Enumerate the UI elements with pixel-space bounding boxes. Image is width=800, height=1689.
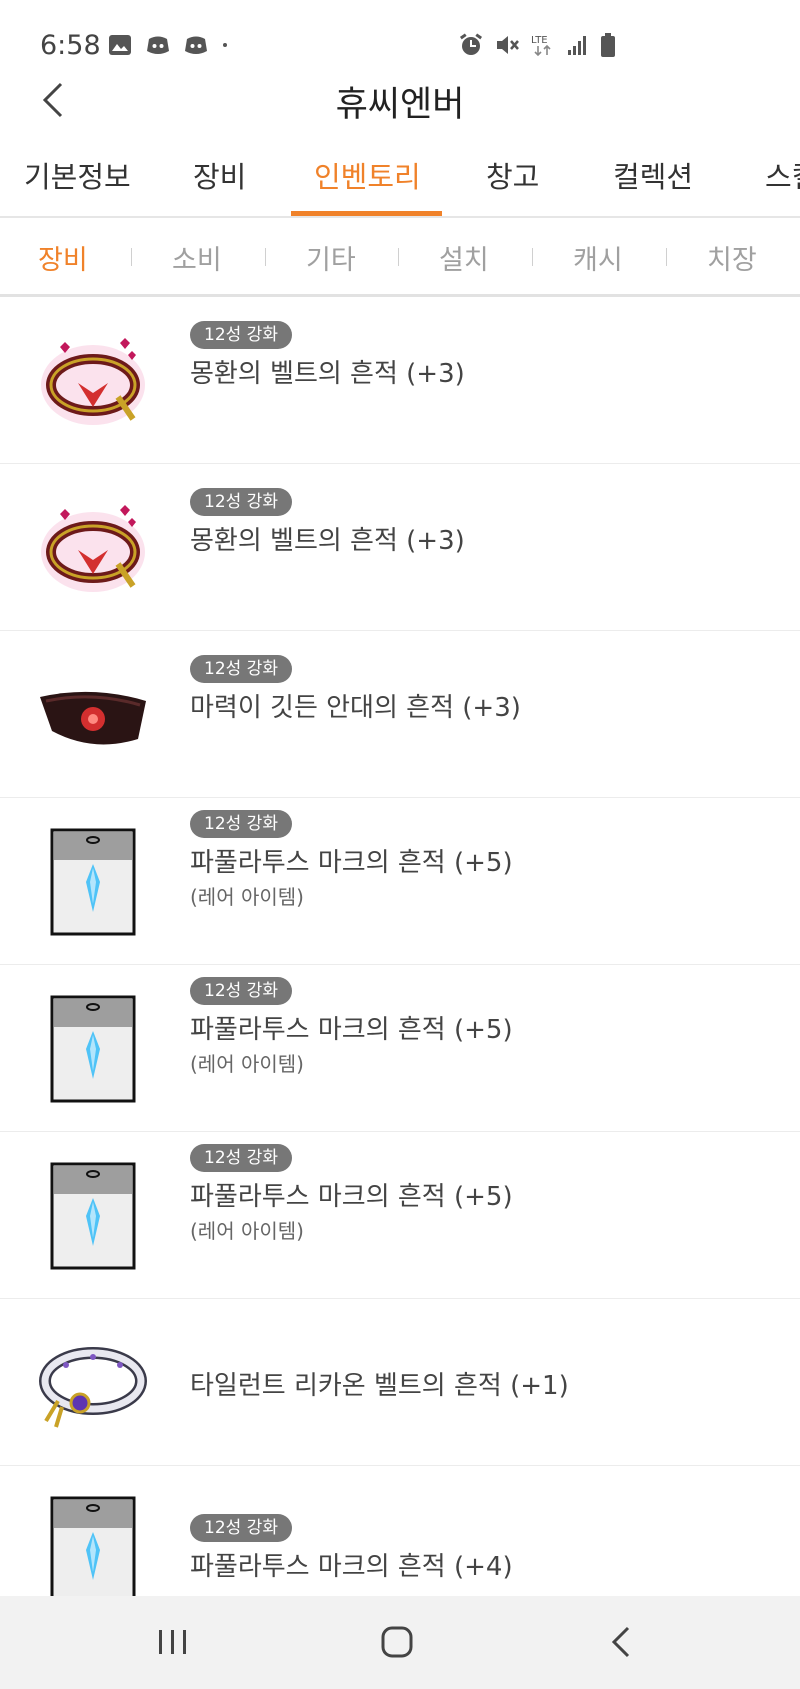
subtab-cash[interactable]: 캐시 <box>573 238 623 277</box>
item-name: 몽환의 벨트의 흔적 (+3) <box>190 359 465 389</box>
item-name: 파풀라투스 마크의 흔적 (+5) <box>190 1015 513 1045</box>
lte-icon: LTE <box>531 35 551 57</box>
system-back-button[interactable] <box>591 1618 651 1666</box>
dreamy-belt-icon <box>41 338 145 425</box>
list-item[interactable]: 12성 강화 몽환의 벨트의 흔적 (+3) <box>0 464 800 631</box>
back-icon <box>611 1626 630 1658</box>
item-text: 12성 강화 몽환의 벨트의 흔적 (+3) <box>190 488 465 557</box>
home-icon <box>381 1626 413 1658</box>
list-item[interactable]: 타일런트 리카온 벨트의 흔적 (+1) <box>0 1299 800 1466</box>
tab-skill[interactable]: 스킬 <box>765 154 800 196</box>
tab-equipment[interactable]: 장비 <box>193 154 246 196</box>
alarm-icon <box>459 33 483 55</box>
mute-icon <box>497 36 519 54</box>
item-text: 12성 강화 파풀라투스 마크의 흔적 (+5) (레어 아이템) <box>190 1144 513 1244</box>
home-button[interactable] <box>367 1618 427 1666</box>
list-item[interactable]: 12성 강화 몽환의 벨트의 흔적 (+3) <box>0 297 800 464</box>
list-item[interactable]: 12성 강화 파풀라투스 마크의 흔적 (+5) (레어 아이템) <box>0 965 800 1132</box>
magic-eyepatch-icon <box>40 691 146 745</box>
status-time: 6:58 <box>40 30 101 61</box>
papulatus-mark-icon <box>50 1496 136 1604</box>
svg-text:LTE: LTE <box>531 35 548 46</box>
item-text: 타일런트 리카온 벨트의 흔적 (+1) <box>190 1361 569 1402</box>
item-text: 12성 강화 파풀라투스 마크의 흔적 (+5) (레어 아이템) <box>190 810 513 910</box>
tab-inventory[interactable]: 인벤토리 <box>314 154 421 196</box>
enhancement-badge: 12성 강화 <box>190 1514 292 1542</box>
status-notification-icons <box>108 34 234 56</box>
subtab-setup[interactable]: 설치 <box>439 238 489 277</box>
item-name: 몽환의 벨트의 흔적 (+3) <box>190 526 465 556</box>
battery-icon <box>601 33 615 57</box>
subtab-divider <box>532 248 533 266</box>
item-list: 12성 강화 몽환의 벨트의 흔적 (+3) 12성 강화 몽환의 벨트의 흔적… <box>0 297 800 1633</box>
subtab-cosmetic[interactable]: 치장 <box>707 238 757 277</box>
recent-apps-icon <box>159 1630 186 1654</box>
item-text: 12성 강화 몽환의 벨트의 흔적 (+3) <box>190 321 465 390</box>
item-rarity: (레어 아이템) <box>190 1219 304 1243</box>
tab-collection[interactable]: 컬렉션 <box>613 154 693 196</box>
subtab-consumable[interactable]: 소비 <box>172 238 222 277</box>
list-item[interactable]: 12성 강화 파풀라투스 마크의 흔적 (+5) (레어 아이템) <box>0 798 800 965</box>
tab-storage[interactable]: 창고 <box>486 154 539 196</box>
active-tab-indicator <box>291 211 442 216</box>
item-name: 마력이 깃든 안대의 흔적 (+3) <box>190 693 521 723</box>
item-name: 파풀라투스 마크의 흔적 (+5) <box>190 848 513 878</box>
subtab-divider <box>398 248 399 266</box>
subtab-equipment[interactable]: 장비 <box>38 238 88 277</box>
item-text: 12성 강화 파풀라투스 마크의 흔적 (+4) <box>190 1514 513 1583</box>
item-rarity: (레어 아이템) <box>190 885 304 909</box>
list-item[interactable]: 12성 강화 파풀라투스 마크의 흔적 (+5) (레어 아이템) <box>0 1132 800 1299</box>
subtab-divider <box>131 248 132 266</box>
enhancement-badge: 12성 강화 <box>190 977 292 1005</box>
item-name: 파풀라투스 마크의 흔적 (+4) <box>190 1552 513 1582</box>
inventory-subtabs: 장비 소비 기타 설치 캐시 치장 <box>0 218 800 297</box>
item-text: 12성 강화 파풀라투스 마크의 흔적 (+5) (레어 아이템) <box>190 977 513 1077</box>
enhancement-badge: 12성 강화 <box>190 655 292 683</box>
item-rarity: (레어 아이템) <box>190 1052 304 1076</box>
gallery-icon <box>109 35 131 55</box>
tyrant-lycaon-belt-icon <box>39 1347 147 1428</box>
tab-basic-info[interactable]: 기본정보 <box>24 154 131 196</box>
status-system-icons: LTE <box>458 32 616 58</box>
subtab-etc[interactable]: 기타 <box>306 238 356 277</box>
subtab-divider <box>265 248 266 266</box>
enhancement-badge: 12성 강화 <box>190 488 292 516</box>
system-nav-bar <box>0 1596 800 1689</box>
main-tabs: 기본정보 장비 인벤토리 창고 컬렉션 스킬 <box>0 142 800 218</box>
more-notifications-dot-icon <box>223 43 227 47</box>
papulatus-mark-icon <box>50 828 136 936</box>
papulatus-mark-icon <box>50 995 136 1103</box>
recent-apps-button[interactable] <box>143 1618 203 1666</box>
discord-icon <box>147 36 169 54</box>
enhancement-badge: 12성 강화 <box>190 810 292 838</box>
enhancement-badge: 12성 강화 <box>190 321 292 349</box>
dreamy-belt-icon <box>41 505 145 592</box>
subtab-divider <box>666 248 667 266</box>
item-name: 파풀라투스 마크의 흔적 (+5) <box>190 1182 513 1212</box>
status-bar: 6:58 LTE <box>0 0 800 70</box>
list-item[interactable]: 12성 강화 마력이 깃든 안대의 흔적 (+3) <box>0 631 800 798</box>
discord-icon <box>185 36 207 54</box>
page-title: 휴씨엔버 <box>335 85 465 125</box>
item-text: 12성 강화 마력이 깃든 안대의 흔적 (+3) <box>190 655 521 724</box>
item-name: 타일런트 리카온 벨트의 흔적 (+1) <box>190 1371 569 1401</box>
papulatus-mark-icon <box>50 1162 136 1270</box>
signal-icon <box>568 36 586 55</box>
app-header: 휴씨엔버 <box>0 70 800 142</box>
enhancement-badge: 12성 강화 <box>190 1144 292 1172</box>
